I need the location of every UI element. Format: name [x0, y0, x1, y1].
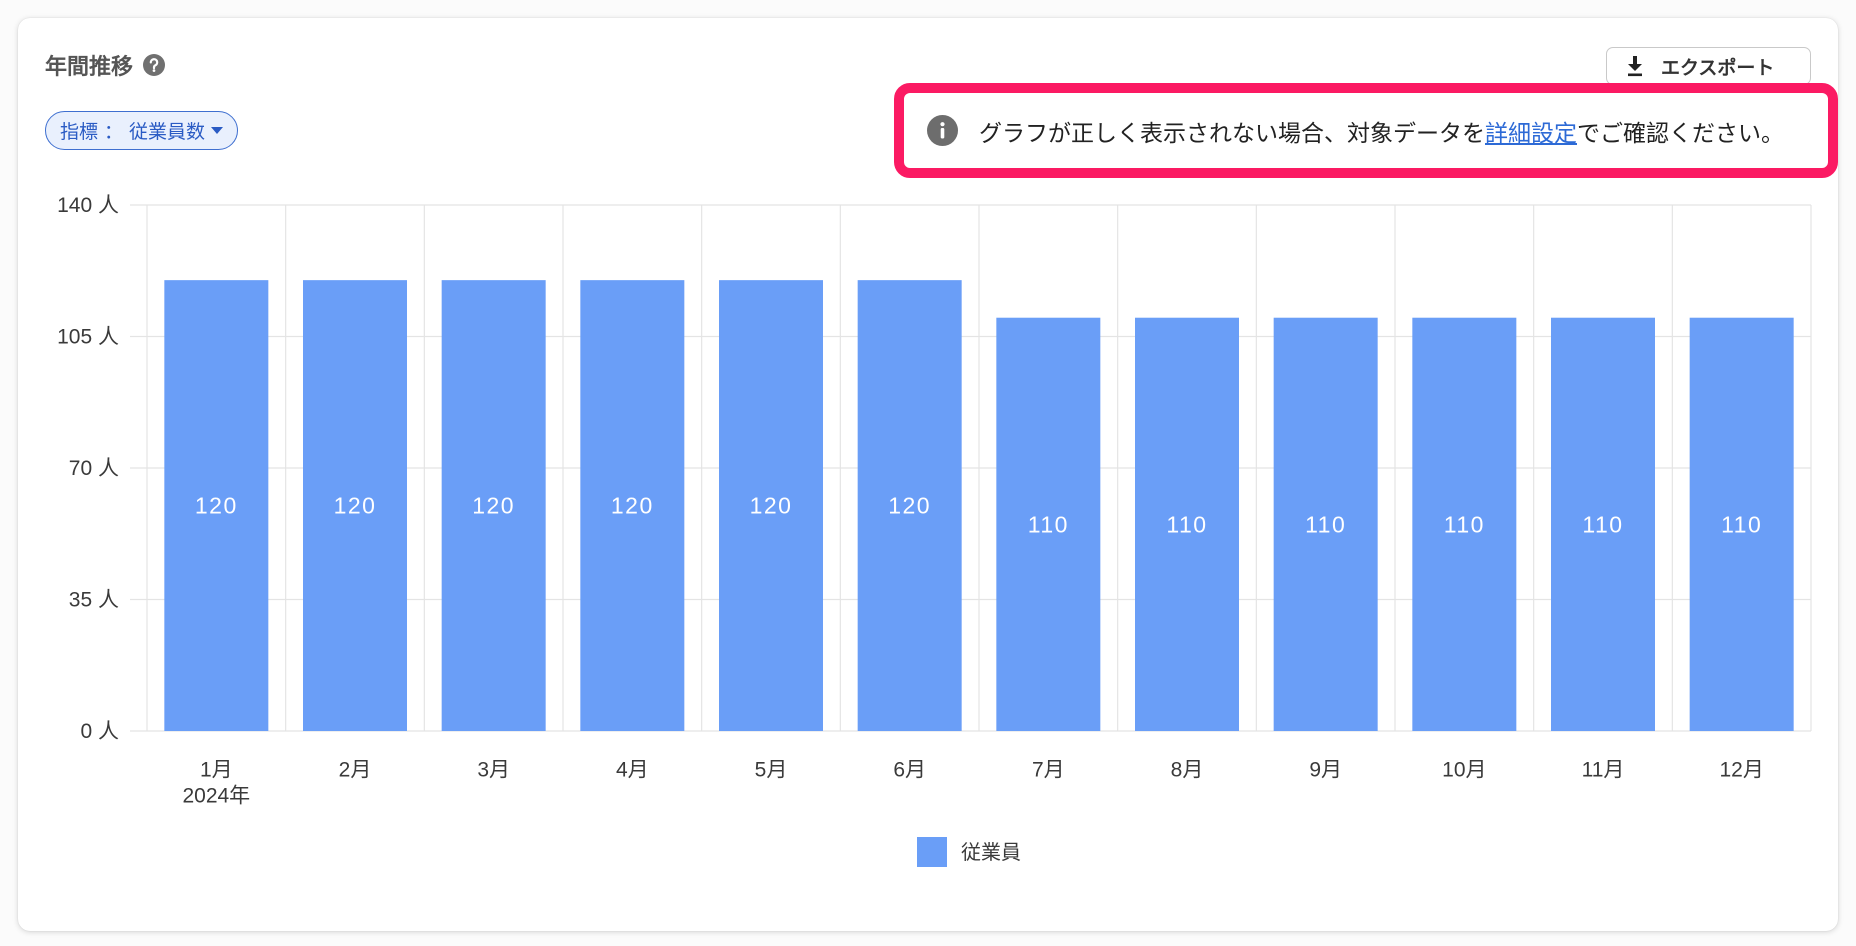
x-tick-label: 6月 — [893, 759, 926, 782]
card-title: 年間推移 — [45, 54, 134, 79]
annual-trend-card: 0 人 35 人 70 人 105 人 140 人 120 120 120 120 120 120 1… — [18, 18, 1838, 931]
info-circle-icon — [927, 115, 958, 146]
y-tick-unit: 人 — [98, 588, 119, 611]
x-tick-label: 8月 — [1171, 759, 1204, 782]
chart-notice: グラフが正しく表示されない場合、対象データを詳細設定でご確認ください。 — [927, 114, 1784, 148]
bar-value-label: 110 — [1444, 511, 1485, 537]
bar-value-label: 110 — [1582, 511, 1623, 537]
notice-text-after: でご確認ください。 — [1577, 119, 1784, 146]
notice-text-before: グラフが正しく表示されない場合、対象データを — [979, 119, 1485, 146]
bar-value-label: 120 — [472, 493, 515, 519]
download-icon — [1625, 55, 1645, 77]
x-tick-label: 1月 — [200, 759, 233, 782]
y-tick-value: 105 — [57, 325, 92, 348]
metric-filter-label: 指標 — [60, 122, 99, 143]
bar-value-label: 120 — [888, 493, 931, 519]
export-button-label: エクスポート — [1661, 57, 1775, 79]
bar-value-label: 110 — [1028, 511, 1069, 537]
y-tick-value: 35 — [69, 588, 92, 611]
x-tick-label: 7月 — [1032, 759, 1065, 782]
metric-filter-value: 従業員数 — [129, 122, 206, 143]
y-tick-label: 105 人 — [57, 325, 119, 348]
bar-value-label: 120 — [195, 493, 238, 519]
bar-value-label: 110 — [1305, 511, 1346, 537]
bar-value-label: 110 — [1721, 511, 1762, 537]
x-tick-label: 10月 — [1442, 759, 1486, 782]
help-circle-icon[interactable] — [143, 54, 166, 76]
card-header: 年間推移 — [45, 52, 166, 79]
x-year-label: 2024年 — [182, 785, 250, 808]
y-tick-label: 140 人 — [57, 194, 119, 217]
y-tick-unit: 人 — [98, 457, 119, 480]
y-tick-value: 70 — [69, 457, 92, 480]
y-tick-label: 70 人 — [69, 457, 119, 480]
y-tick-label: 35 人 — [69, 588, 119, 611]
y-tick-unit: 人 — [98, 720, 119, 743]
bar-value-label: 120 — [334, 493, 377, 519]
x-tick-label: 2月 — [339, 759, 372, 782]
bar-value-label: 120 — [750, 493, 793, 519]
notice-message: グラフが正しく表示されない場合、対象データを詳細設定でご確認ください。 — [979, 114, 1784, 148]
x-tick-label: 4月 — [616, 759, 649, 782]
legend-swatch — [917, 837, 947, 867]
x-tick-label: 9月 — [1309, 759, 1342, 782]
y-tick-unit: 人 — [98, 325, 119, 348]
y-tick-value: 0 — [80, 720, 92, 743]
advanced-settings-link[interactable]: 詳細設定 — [1485, 120, 1577, 146]
export-button[interactable]: エクスポート — [1606, 47, 1811, 85]
y-tick-value: 140 — [57, 194, 92, 217]
legend-label: 従業員 — [961, 841, 1021, 864]
x-tick-label: 5月 — [755, 759, 788, 782]
legend-item[interactable]: 従業員 — [917, 837, 1021, 867]
y-tick-unit: 人 — [98, 194, 119, 217]
metric-filter-dropdown[interactable]: 指標 ： 従業員数 — [45, 111, 239, 150]
y-axis: 0 人35 人70 人105 人140 人 — [57, 194, 119, 743]
caret-down-icon — [211, 126, 224, 135]
y-tick-label: 0 人 — [80, 720, 119, 743]
x-tick-label: 11月 — [1582, 759, 1625, 782]
x-tick-label: 3月 — [477, 759, 510, 782]
notice-highlight-frame: グラフが正しく表示されない場合、対象データを詳細設定でご確認ください。 — [894, 83, 1838, 178]
x-axis: 1月 2月 3月 4月 5月 6月 7月 8月 9月 10月 11月 12月 2024年 — [182, 759, 1763, 808]
bar-value-label: 120 — [611, 493, 654, 519]
x-tick-label: 12月 — [1719, 759, 1763, 782]
bar-value-label: 110 — [1166, 511, 1207, 537]
metric-filter-separator: ： — [104, 122, 124, 143]
